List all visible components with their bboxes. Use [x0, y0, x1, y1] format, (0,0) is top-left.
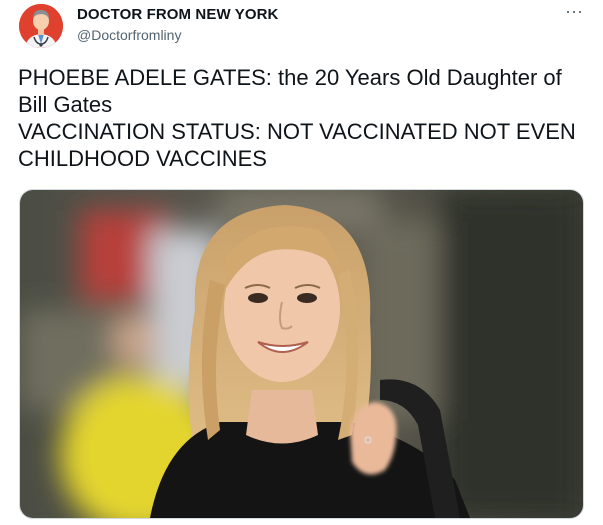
tweet-media-photo[interactable] [19, 189, 584, 519]
author-avatar[interactable] [19, 4, 63, 48]
photo-of-smiling-blonde-woman [20, 190, 583, 518]
tweet-text-line1: PHOEBE ADELE GATES: the 20 Years Old Dau… [18, 65, 568, 117]
author-handle[interactable]: @Doctorfromliny [77, 27, 181, 43]
tweet-text: PHOEBE ADELE GATES: the 20 Years Old Dau… [18, 64, 593, 172]
tweet-card[interactable]: DOCTOR FROM NEW YORK @Doctorfromliny ···… [0, 0, 603, 525]
author-display-name[interactable]: DOCTOR FROM NEW YORK [77, 6, 278, 23]
tweet-text-line2: VACCINATION STATUS: NOT VACCINATED NOT E… [18, 119, 582, 171]
doctor-avatar-icon [19, 4, 63, 48]
more-options-icon[interactable]: ··· [562, 2, 586, 22]
